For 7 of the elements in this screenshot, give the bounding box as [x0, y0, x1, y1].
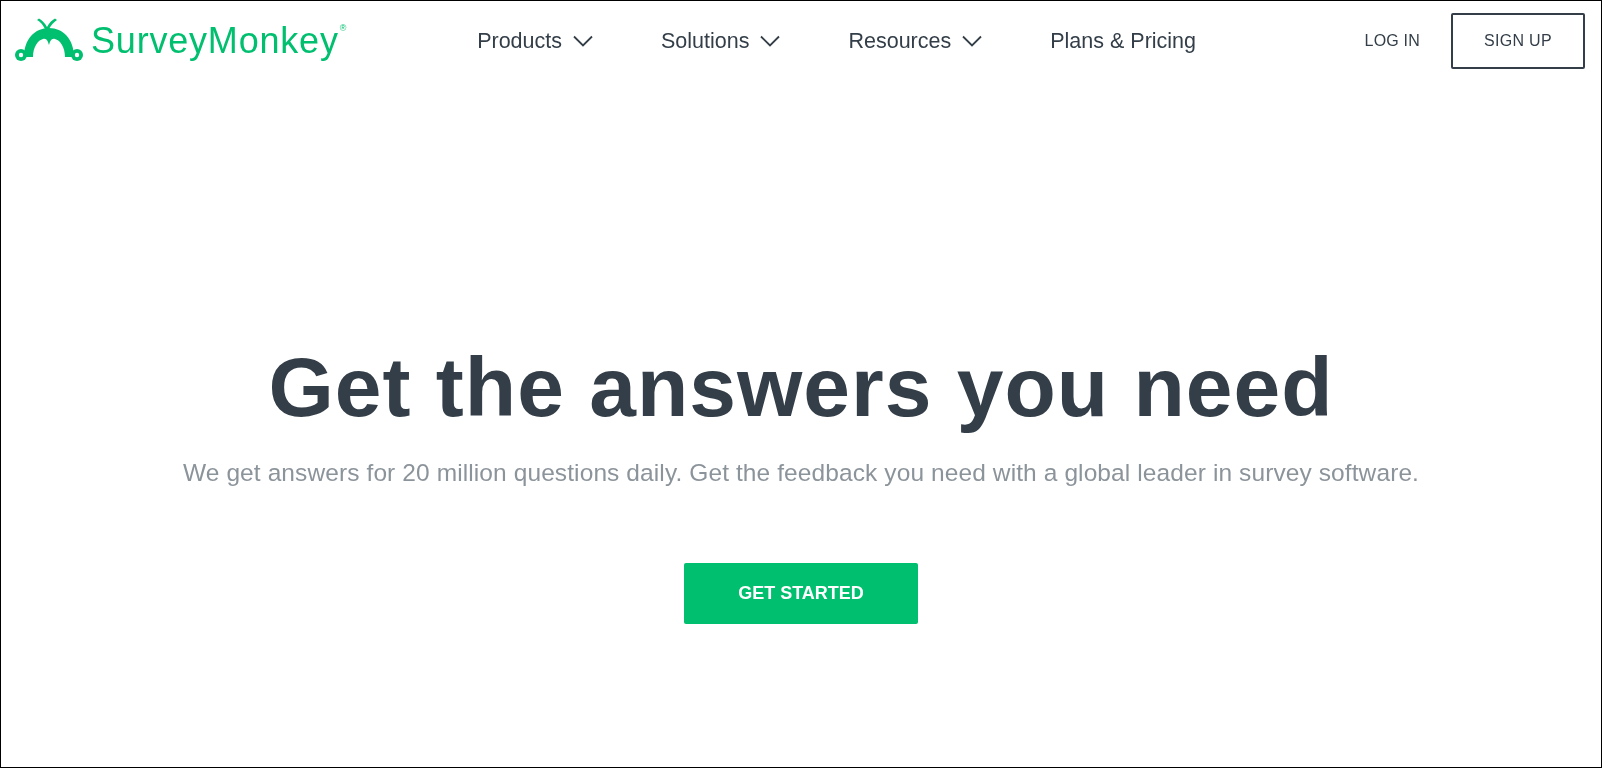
nav-dropdown[interactable]: Products	[477, 24, 593, 58]
nav-link[interactable]: Plans & Pricing	[1050, 24, 1196, 58]
login-link[interactable]: LOG IN	[1364, 29, 1420, 53]
nav-dropdown[interactable]: Solutions	[661, 24, 781, 58]
nav-dropdown[interactable]: Resources	[848, 24, 983, 58]
hero-subtitle: We get answers for 20 million questions daily. Get the feedback you need with a global leader in survey software.	[182, 458, 1420, 488]
signup-button[interactable]: SIGN UP	[1451, 13, 1585, 69]
